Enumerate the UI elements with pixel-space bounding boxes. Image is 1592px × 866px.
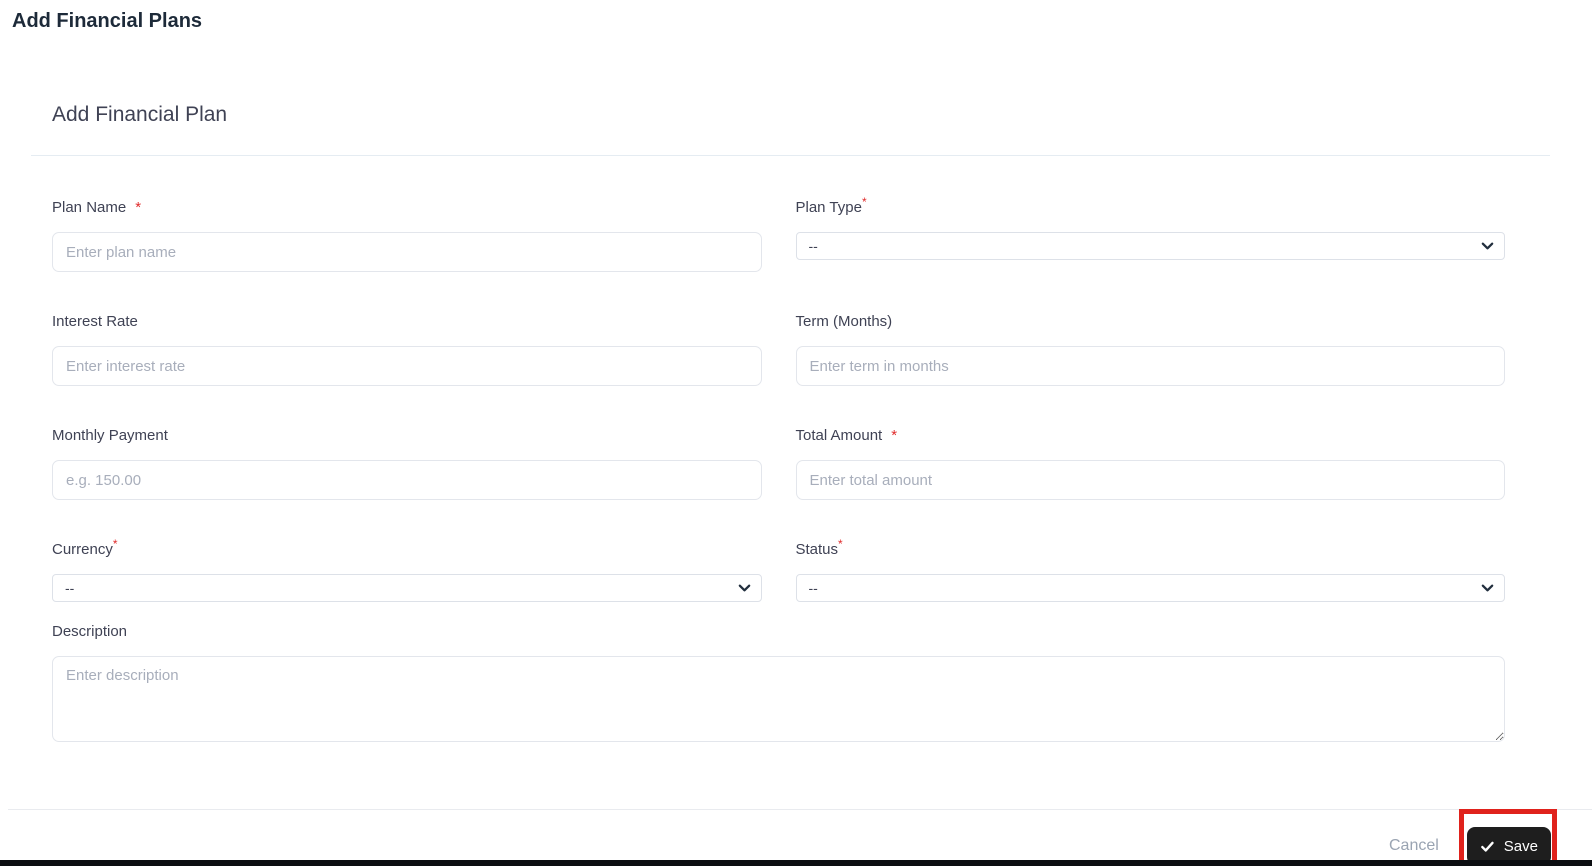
term-months-group: Term (Months) [795,312,1506,386]
save-button-label: Save [1503,837,1538,855]
plan-name-input[interactable] [52,232,762,272]
cancel-button[interactable]: Cancel [1389,837,1439,855]
total-amount-label: Total Amount * [796,426,1506,446]
card-heading: Add Financial Plan [52,103,228,126]
form-row-4: Currency* -- Status* -- [52,537,1506,602]
page-title: Add Financial Plans [12,10,203,32]
currency-label: Currency* [52,537,762,560]
required-asterisk: * [838,537,843,551]
required-asterisk: * [891,427,898,444]
currency-select[interactable]: -- [52,574,762,602]
required-asterisk: * [135,199,142,216]
plan-type-select-wrap: -- [795,232,1505,260]
plan-type-select[interactable]: -- [795,232,1505,260]
form-footer: Cancel Save [8,809,1592,865]
form-body: Plan Name* Plan Type* -- Int [31,156,1550,747]
total-amount-input[interactable] [795,460,1505,500]
monthly-payment-input[interactable] [52,460,762,500]
check-icon [1480,841,1494,852]
add-financial-plan-card: Add Financial Plan Plan Name* Plan Type*… [31,75,1550,747]
plan-name-label: Plan Name * [52,198,762,218]
status-label-text: Status [795,541,839,558]
plan-type-label-text: Plan Type [795,199,862,216]
total-amount-label-text: Total Amount [795,427,883,444]
form-row-1: Plan Name* Plan Type* -- [52,195,1506,272]
currency-group: Currency* -- [52,537,762,602]
plan-name-label-text: Plan Name [52,199,127,216]
term-months-label-text: Term (Months) [795,313,893,330]
plan-type-label: Plan Type* [795,195,1506,218]
status-select-wrap: -- [795,574,1505,602]
plan-type-group: Plan Type* -- [795,195,1506,272]
status-label: Status* [795,537,1506,560]
currency-select-wrap: -- [52,574,762,602]
term-months-label: Term (Months) [796,312,1506,332]
description-textarea[interactable] [52,656,1505,742]
required-asterisk: * [112,537,118,551]
description-label: Description [52,622,1505,642]
form-row-2: Interest Rate Term (Months) [52,312,1505,386]
interest-rate-group: Interest Rate [52,312,762,386]
term-months-input[interactable] [795,346,1505,386]
description-label-text: Description [52,623,128,640]
total-amount-group: Total Amount * [795,426,1506,500]
interest-rate-label-text: Interest Rate [52,313,138,330]
required-asterisk: * [861,195,867,209]
form-row-3: Monthly Payment Total Amount * [52,426,1505,500]
status-group: Status* -- [795,537,1506,602]
monthly-payment-group: Monthly Payment [52,426,762,500]
status-select[interactable]: -- [795,574,1505,602]
interest-rate-input[interactable] [52,346,762,386]
monthly-payment-label-text: Monthly Payment [52,427,168,444]
interest-rate-label: Interest Rate [52,312,762,332]
monthly-payment-label: Monthly Payment [52,426,762,446]
description-group: Description [52,622,1505,747]
currency-label-text: Currency [52,541,113,558]
plan-name-group: Plan Name * [52,198,762,272]
bottom-edge-bar [0,860,1592,866]
